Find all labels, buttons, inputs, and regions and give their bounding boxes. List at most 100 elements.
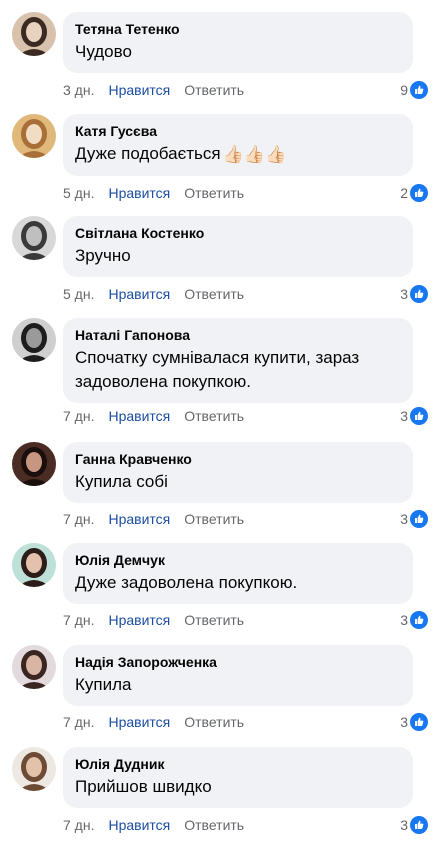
comment-bubble: Наталі Гапонова Спочатку сумнівалася купи… [63,318,413,403]
like-count: 3 [400,511,408,527]
comment-text: Дуже подобається 👍🏻👍🏻👍🏻 [75,142,401,167]
comment-item: Надія Запорожченка Купила 7 дн. Нравится Отв… [0,633,440,737]
comment-timestamp[interactable]: 3 дн. [63,80,94,100]
comment-item: Юлія Дудник Прийшов швидко 7 дн. Нравится От… [0,735,440,840]
avatar[interactable] [12,216,56,260]
reaction-count[interactable]: 2 [400,183,428,203]
comment-bubble: Катя Гусєва Дуже подобається 👍🏻👍🏻👍🏻 [63,114,413,176]
reaction-count[interactable]: 3 [400,509,428,529]
comment-author[interactable]: Світлана Костенко [75,224,401,242]
comment-bubble: Тетяна Тетенко Чудово [63,12,413,73]
reaction-count[interactable]: 3 [400,406,428,426]
comment-text-body: Зручно [75,246,131,265]
reaction-count[interactable]: 3 [400,610,428,630]
like-button[interactable]: Нравится [108,80,170,100]
comment-text-body: Дуже задоволена покупкою. [75,573,298,592]
like-button[interactable]: Нравится [108,406,170,426]
avatar[interactable] [12,645,56,689]
avatar[interactable] [12,12,56,56]
comment-actions: 7 дн. Нравится Ответить [63,509,244,529]
comment-bubble: Світлана Костенко Зручно [63,216,413,277]
like-count: 9 [400,82,408,98]
comment-text-body: Купила собі [75,472,168,491]
comment-text: Купила [75,673,401,697]
comment-actions: 7 дн. Нравится Ответить [63,712,244,732]
like-count: 3 [400,817,408,833]
comment-bubble: Юлія Дудник Прийшов швидко [63,747,413,808]
avatar[interactable] [12,114,56,158]
thumbs-up-icon [410,407,428,425]
comment-actions: 7 дн. Нравится Ответить [63,610,244,630]
reaction-count[interactable]: 9 [400,80,428,100]
avatar[interactable] [12,543,56,587]
reply-button[interactable]: Ответить [184,406,244,426]
thumbs-up-icon [410,713,428,731]
comment-timestamp[interactable]: 5 дн. [63,183,94,203]
reply-button[interactable]: Ответить [184,610,244,630]
like-button[interactable]: Нравится [108,815,170,835]
comment-text: Дуже задоволена покупкою. [75,571,401,595]
reply-button[interactable]: Ответить [184,815,244,835]
comment-timestamp[interactable]: 7 дн. [63,509,94,529]
comment-timestamp[interactable]: 7 дн. [63,815,94,835]
comment-actions: 5 дн. Нравится Ответить [63,183,244,203]
comment-author[interactable]: Надія Запорожченка [75,653,401,671]
reply-button[interactable]: Ответить [184,80,244,100]
like-count: 3 [400,408,408,424]
like-count: 2 [400,185,408,201]
comment-item: Катя Гусєва Дуже подобається 👍🏻👍🏻👍🏻 5 дн. Нр… [0,102,440,208]
reaction-count[interactable]: 3 [400,712,428,732]
thumbs-up-icon [410,611,428,629]
comment-text-body: Чудово [75,42,132,61]
avatar[interactable] [12,747,56,791]
like-button[interactable]: Нравится [108,183,170,203]
thumbs-up-icon [410,285,428,303]
comment-actions: 3 дн. Нравится Ответить [63,80,244,100]
comment-text-body: Дуже подобається [75,144,221,163]
like-button[interactable]: Нравится [108,712,170,732]
comment-item: Ганна Кравченко Купила собі 7 дн. Нравится О… [0,430,440,534]
comment-author[interactable]: Наталі Гапонова [75,326,401,344]
like-button[interactable]: Нравится [108,284,170,304]
comment-bubble: Ганна Кравченко Купила собі [63,442,413,503]
comment-item: Світлана Костенко Зручно 5 дн. Нравится Отве… [0,204,440,309]
comments-list: Тетяна Тетенко Чудово 3 дн. Нравится Ответит… [0,0,440,849]
avatar[interactable] [12,442,56,486]
comment-item: Тетяна Тетенко Чудово 3 дн. Нравится Ответит… [0,0,440,105]
thumbs-up-icon [410,81,428,99]
comment-actions: 7 дн. Нравится Ответить [63,815,244,835]
reply-button[interactable]: Ответить [184,284,244,304]
comment-text: Прийшов швидко [75,775,401,799]
comment-author[interactable]: Катя Гусєва [75,122,401,140]
comment-author[interactable]: Юлія Дудник [75,755,401,773]
reaction-count[interactable]: 3 [400,284,428,304]
comment-item: Наталі Гапонова Спочатку сумнівалася купи… [0,306,440,431]
avatar[interactable] [12,318,56,362]
comment-text-body: Прийшов швидко [75,777,212,796]
like-button[interactable]: Нравится [108,509,170,529]
reply-button[interactable]: Ответить [184,509,244,529]
comment-text-body: Спочатку сумнівалася купити, зараз задов… [75,348,360,391]
comment-author[interactable]: Ганна Кравченко [75,450,401,468]
thumbs-up-icon [410,816,428,834]
reply-button[interactable]: Ответить [184,183,244,203]
thumbs-up-icon [410,510,428,528]
reply-button[interactable]: Ответить [184,712,244,732]
like-button[interactable]: Нравится [108,610,170,630]
comment-item: Юлія Демчук Дуже задоволена покупкою. 7 дн… [0,531,440,635]
comment-bubble: Юлія Демчук Дуже задоволена покупкою. [63,543,413,604]
comment-text: Чудово [75,40,401,64]
comment-timestamp[interactable]: 7 дн. [63,712,94,732]
thumbs-up-emoji: 👍🏻👍🏻👍🏻 [222,144,287,164]
comment-actions: 7 дн. Нравится Ответить [63,406,244,426]
comment-actions: 5 дн. Нравится Ответить [63,284,244,304]
comment-text: Спочатку сумнівалася купити, зараз задов… [75,346,401,394]
comment-timestamp[interactable]: 7 дн. [63,406,94,426]
comment-text: Купила собі [75,470,401,494]
comment-author[interactable]: Тетяна Тетенко [75,20,401,38]
comment-timestamp[interactable]: 5 дн. [63,284,94,304]
reaction-count[interactable]: 3 [400,815,428,835]
comment-timestamp[interactable]: 7 дн. [63,610,94,630]
comment-author[interactable]: Юлія Демчук [75,551,401,569]
like-count: 3 [400,286,408,302]
